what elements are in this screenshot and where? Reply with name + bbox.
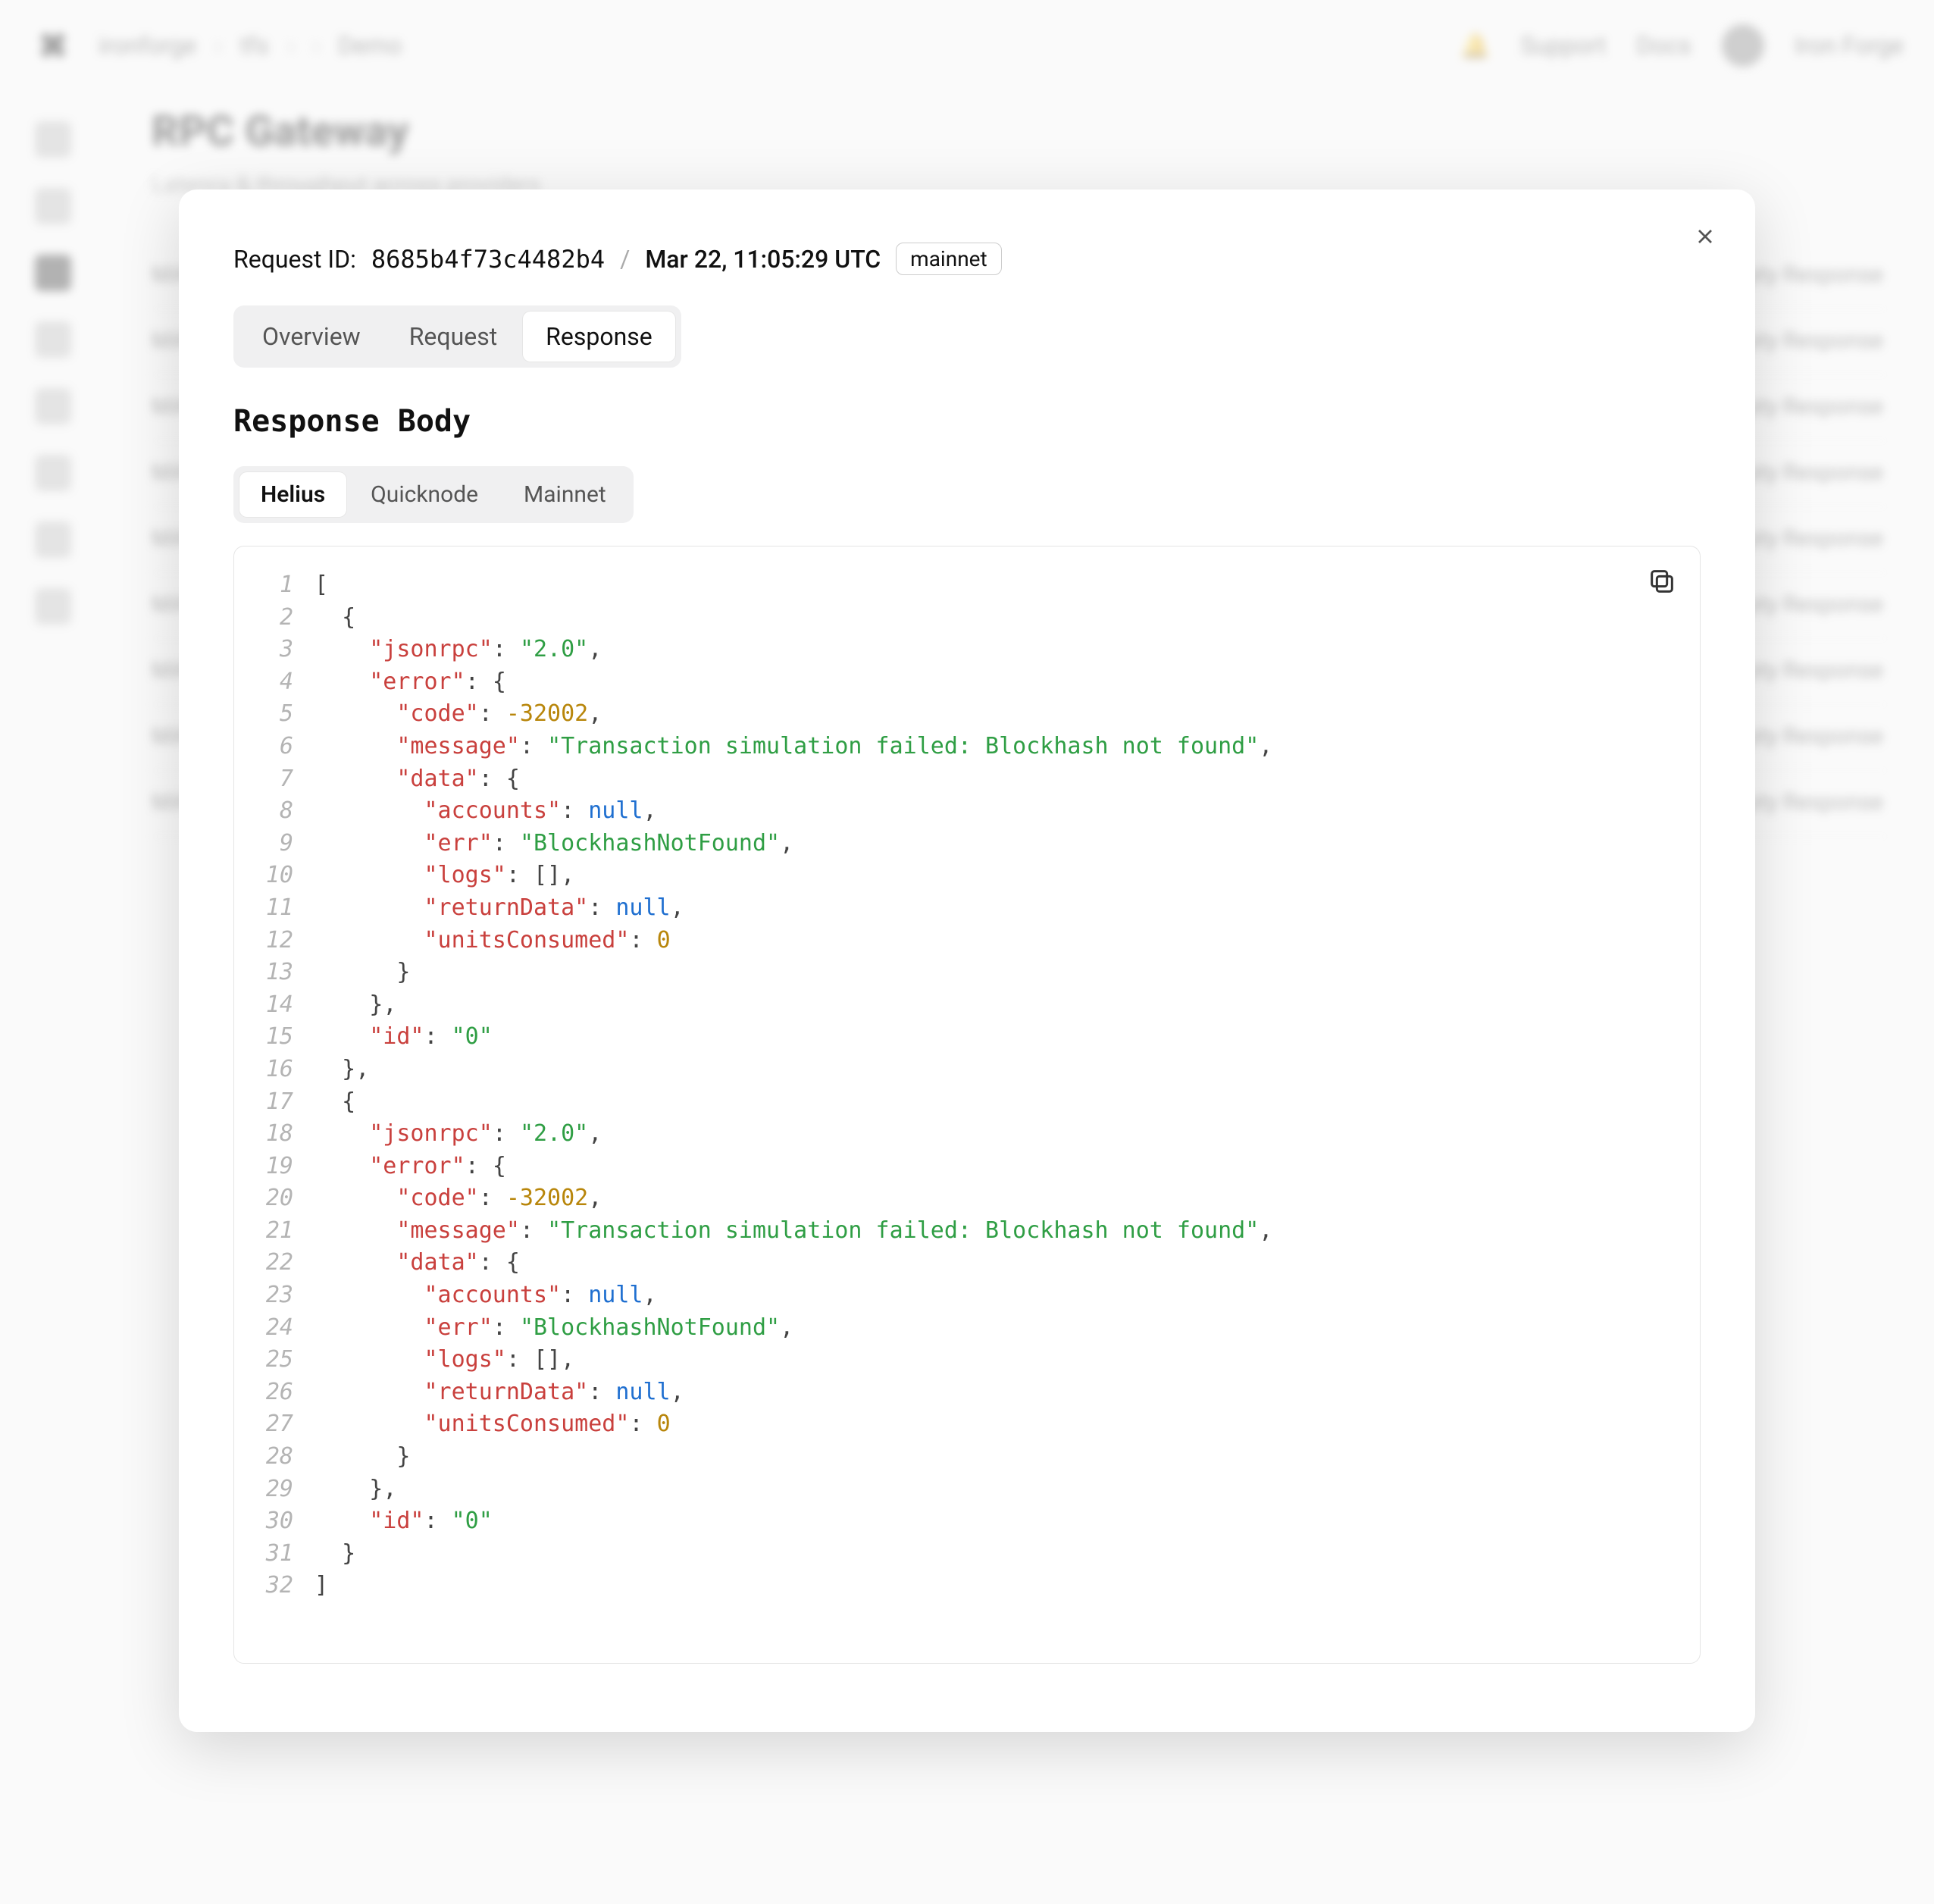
code-line: 14 },: [261, 989, 1673, 1022]
code-line: 32]: [261, 1570, 1673, 1602]
network-chip: mainnet: [896, 243, 1002, 275]
response-codebox: 1[2 {3 "jsonrpc": "2.0",4 "error": {5 "c…: [233, 546, 1701, 1664]
copy-button[interactable]: [1647, 566, 1677, 597]
tab-response[interactable]: Response: [523, 312, 675, 362]
code-line: 29 },: [261, 1473, 1673, 1506]
tab-overview[interactable]: Overview: [239, 312, 383, 362]
code-line: 12 "unitsConsumed": 0: [261, 925, 1673, 957]
subtab-mainnet[interactable]: Mainnet: [502, 472, 627, 517]
code-line: 21 "message": "Transaction simulation fa…: [261, 1215, 1673, 1248]
code-line: 20 "code": -32002,: [261, 1182, 1673, 1215]
modal-overlay: Request ID: 8685b4f73c4482b4 / Mar 22, 1…: [0, 0, 1934, 1904]
subtab-quicknode[interactable]: Quicknode: [349, 472, 499, 517]
code-line: 25 "logs": [],: [261, 1344, 1673, 1376]
modal-tabs: Overview Request Response: [233, 305, 681, 368]
code-line: 1[: [261, 569, 1673, 602]
code-line: 8 "accounts": null,: [261, 795, 1673, 828]
code-line: 26 "returnData": null,: [261, 1376, 1673, 1409]
code-line: 11 "returnData": null,: [261, 892, 1673, 925]
tab-request[interactable]: Request: [386, 312, 520, 362]
code-line: 5 "code": -32002,: [261, 698, 1673, 731]
code-line: 18 "jsonrpc": "2.0",: [261, 1118, 1673, 1151]
code-line: 16 },: [261, 1054, 1673, 1086]
close-button[interactable]: [1688, 220, 1722, 253]
code-line: 19 "error": {: [261, 1151, 1673, 1183]
code-line: 30 "id": "0": [261, 1505, 1673, 1538]
code-line: 3 "jsonrpc": "2.0",: [261, 634, 1673, 666]
close-icon: [1693, 224, 1717, 249]
request-line: Request ID: 8685b4f73c4482b4 / Mar 22, 1…: [233, 243, 1701, 275]
code-line: 9 "err": "BlockhashNotFound",: [261, 828, 1673, 860]
section-title: Response Body: [233, 404, 1701, 439]
request-id-value: 8685b4f73c4482b4: [371, 245, 605, 274]
code-line: 28 }: [261, 1441, 1673, 1473]
code-line: 24 "err": "BlockhashNotFound",: [261, 1312, 1673, 1345]
code-line: 31 }: [261, 1538, 1673, 1570]
code-line: 27 "unitsConsumed": 0: [261, 1408, 1673, 1441]
response-subtabs: Helius Quicknode Mainnet: [233, 466, 634, 523]
code-line: 15 "id": "0": [261, 1021, 1673, 1054]
code-line: 7 "data": {: [261, 763, 1673, 796]
request-id-label: Request ID:: [233, 245, 356, 274]
code-line: 10 "logs": [],: [261, 860, 1673, 892]
code-line: 23 "accounts": null,: [261, 1279, 1673, 1312]
separator: /: [620, 245, 630, 274]
code-line: 6 "message": "Transaction simulation fai…: [261, 731, 1673, 763]
code-line: 13 }: [261, 957, 1673, 989]
code-line: 4 "error": {: [261, 666, 1673, 699]
code-lines: 1[2 {3 "jsonrpc": "2.0",4 "error": {5 "c…: [261, 569, 1673, 1602]
code-line: 2 {: [261, 602, 1673, 634]
code-line: 17 {: [261, 1086, 1673, 1119]
response-modal: Request ID: 8685b4f73c4482b4 / Mar 22, 1…: [179, 189, 1755, 1732]
code-line: 22 "data": {: [261, 1247, 1673, 1279]
copy-icon: [1647, 566, 1677, 597]
subtab-helius[interactable]: Helius: [239, 472, 346, 517]
request-date: Mar 22, 11:05:29 UTC: [645, 245, 881, 274]
